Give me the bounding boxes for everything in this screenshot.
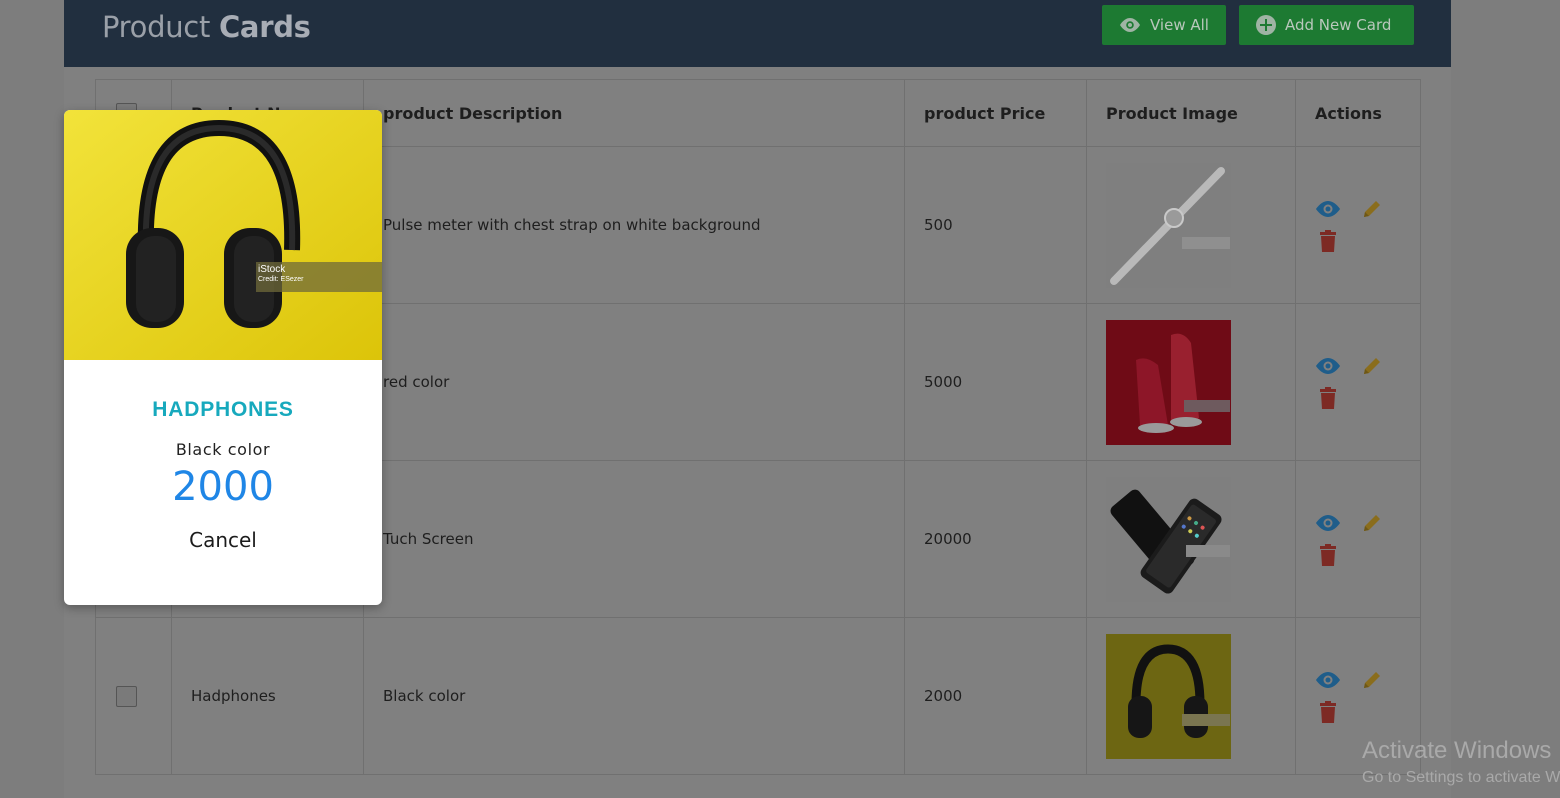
product-description-cell: Black color bbox=[363, 617, 905, 775]
page-header: Product Cards View All Add New Card bbox=[64, 0, 1451, 67]
pencil-icon[interactable] bbox=[1359, 510, 1385, 536]
eye-icon[interactable] bbox=[1315, 353, 1341, 379]
watermark-subtitle: Go to Settings to activate Windows. bbox=[1362, 769, 1560, 786]
product-description-cell: Pulse meter with chest strap on white ba… bbox=[363, 146, 905, 304]
row-actions-cell bbox=[1295, 303, 1421, 461]
row-checkbox[interactable] bbox=[116, 685, 137, 707]
product-image-headphones bbox=[1106, 633, 1231, 759]
cancel-button[interactable]: Cancel bbox=[173, 528, 273, 552]
image-caption-credit: Credit: ESezer bbox=[258, 275, 304, 283]
trash-icon[interactable] bbox=[1315, 385, 1341, 411]
trash-icon[interactable] bbox=[1315, 699, 1341, 725]
product-image-cell bbox=[1086, 617, 1296, 775]
view-all-button[interactable]: View All bbox=[1102, 5, 1226, 45]
table-row: Hadphones Black color 2000 bbox=[95, 617, 1421, 775]
column-header-actions: Actions bbox=[1295, 79, 1421, 147]
image-caption-brand: iStock bbox=[258, 264, 286, 275]
page-title: Product Cards bbox=[102, 10, 311, 44]
eye-icon[interactable] bbox=[1315, 510, 1341, 536]
plus-circle-icon bbox=[1256, 15, 1276, 35]
product-image-cell bbox=[1086, 460, 1296, 618]
pencil-icon[interactable] bbox=[1359, 667, 1385, 693]
product-image-smartphone bbox=[1106, 476, 1231, 602]
title-bold: Cards bbox=[218, 10, 311, 44]
title-light: Product bbox=[102, 10, 211, 44]
row-actions-cell bbox=[1295, 146, 1421, 304]
column-header-description: product Description bbox=[363, 79, 905, 147]
product-description-cell: red color bbox=[363, 303, 905, 461]
trash-icon[interactable] bbox=[1315, 542, 1341, 568]
pencil-icon[interactable] bbox=[1359, 196, 1385, 222]
product-name-cell: Hadphones bbox=[171, 617, 364, 775]
product-image-cell bbox=[1086, 146, 1296, 304]
trash-icon[interactable] bbox=[1315, 228, 1341, 254]
product-detail-modal: iStock Credit: ESezer HADPHONES Black co… bbox=[64, 110, 382, 605]
product-price-cell: 500 bbox=[904, 146, 1087, 304]
product-price-cell: 2000 bbox=[904, 617, 1087, 775]
add-new-card-label: Add New Card bbox=[1285, 16, 1392, 34]
product-image-red-sneakers bbox=[1106, 319, 1231, 445]
modal-product-price: 2000 bbox=[172, 464, 274, 510]
modal-product-name: HADPHONES bbox=[152, 398, 294, 421]
view-all-label: View All bbox=[1150, 16, 1209, 34]
add-new-card-button[interactable]: Add New Card bbox=[1239, 5, 1414, 45]
row-actions-cell bbox=[1295, 460, 1421, 618]
product-image-smartwatch bbox=[1106, 162, 1231, 288]
product-image-cell bbox=[1086, 303, 1296, 461]
activate-windows-watermark: Activate Windows Go to Settings to activ… bbox=[1362, 737, 1560, 787]
modal-product-image: iStock Credit: ESezer bbox=[64, 110, 382, 360]
product-description-cell: Tuch Screen bbox=[363, 460, 905, 618]
eye-icon bbox=[1120, 18, 1140, 32]
column-header-image: Product Image bbox=[1086, 79, 1296, 147]
row-select-cell bbox=[95, 617, 172, 775]
eye-icon[interactable] bbox=[1315, 196, 1341, 222]
product-price-cell: 20000 bbox=[904, 460, 1087, 618]
eye-icon[interactable] bbox=[1315, 667, 1341, 693]
column-header-price: product Price bbox=[904, 79, 1087, 147]
product-price-cell: 5000 bbox=[904, 303, 1087, 461]
watermark-title: Activate Windows bbox=[1362, 737, 1552, 764]
modal-product-description: Black color bbox=[175, 440, 271, 459]
pencil-icon[interactable] bbox=[1359, 353, 1385, 379]
